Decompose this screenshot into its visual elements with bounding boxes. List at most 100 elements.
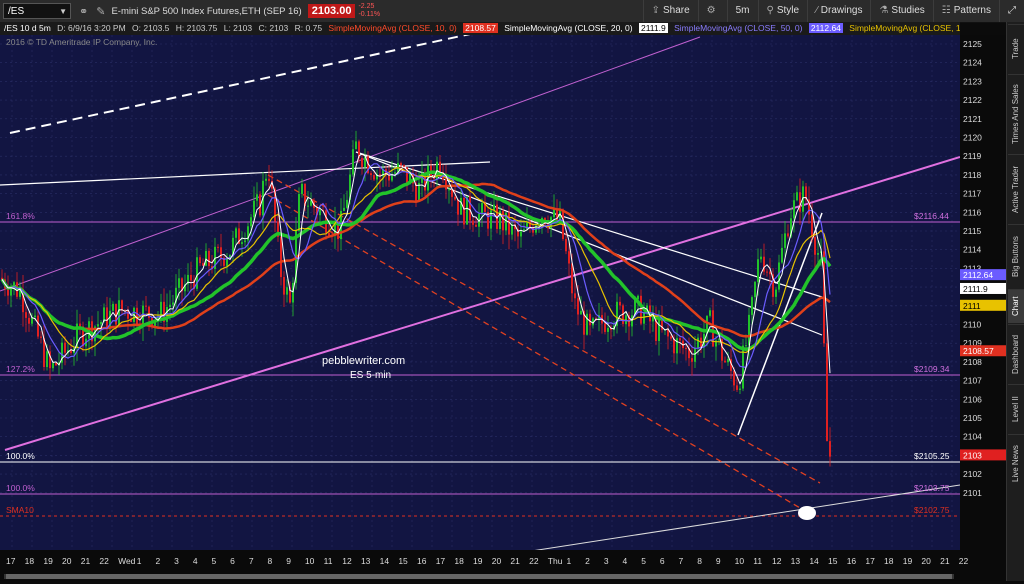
time-tick-label: 11 xyxy=(753,556,762,566)
candle-body xyxy=(670,336,672,339)
fib-100b-label: 100.0% xyxy=(6,483,35,493)
drawings-button[interactable]: ∕ Drawings xyxy=(807,0,870,22)
candle-body xyxy=(640,295,642,324)
pencil-icon[interactable]: ✎ xyxy=(96,5,105,18)
bar-low: L: 2103 xyxy=(223,23,253,33)
top-toolbar: /ES ▼ ⚭ ✎ E-mini S&P 500 Index Futures,ET… xyxy=(0,0,1024,23)
time-tick-label: 6 xyxy=(660,556,665,566)
sidebar-tab-dashboard[interactable]: Dashboard xyxy=(1008,324,1024,383)
time-tick-label: 22 xyxy=(529,556,539,566)
style-button[interactable]: ⚲ Style xyxy=(757,0,808,22)
candle-body xyxy=(829,441,831,457)
candle-body xyxy=(244,240,246,243)
price-tick-label: 2121 xyxy=(963,114,982,124)
candle-body xyxy=(784,233,786,248)
watermark-line1: pebblewriter.com xyxy=(322,355,405,367)
time-tick-label: 5 xyxy=(212,556,217,566)
time-tick-label: 16 xyxy=(417,556,427,566)
sidebar-tab-trade[interactable]: Trade xyxy=(1008,24,1024,73)
candle-body xyxy=(817,253,819,255)
price-tick-label: 2117 xyxy=(963,189,982,199)
sidebar-tab-active-trader[interactable]: Active Trader xyxy=(1008,154,1024,223)
time-tick-label: 21 xyxy=(940,556,950,566)
price-tick-label: 2101 xyxy=(963,488,982,498)
share-button[interactable]: ⇪ Share xyxy=(642,0,698,22)
candle-body xyxy=(475,224,477,227)
candle-body xyxy=(400,163,402,166)
time-tick-label: Thu xyxy=(548,556,563,566)
candle-body xyxy=(265,178,267,181)
change-percent: -0.11% xyxy=(358,11,381,18)
time-tick-label: 16 xyxy=(847,556,857,566)
price-tick-label: 2123 xyxy=(963,76,982,86)
link-icon[interactable]: ⚭ xyxy=(79,5,88,18)
sma10-label: SMA10 xyxy=(6,505,34,515)
candle-body xyxy=(766,271,768,273)
studies-button[interactable]: ⚗ Studies xyxy=(870,0,932,22)
candle-body xyxy=(37,315,39,337)
sma50-label[interactable]: SimpleMovingAvg (CLOSE, 50, 0) xyxy=(674,23,802,33)
candle-body xyxy=(286,287,288,295)
time-tick-label: 20 xyxy=(62,556,72,566)
lower-support-line[interactable] xyxy=(525,484,960,550)
time-tick-label: 20 xyxy=(492,556,502,566)
drawing-icon: ∕ xyxy=(816,5,818,16)
dashed-white-trendline[interactable] xyxy=(9,35,475,134)
right-sidebar: Trade Times And Sales Active Trader Big But… xyxy=(1006,22,1024,581)
sidebar-tab-big-buttons[interactable]: Big Buttons xyxy=(1008,224,1024,288)
candle-body xyxy=(34,315,36,318)
price-tick-label: 2124 xyxy=(963,58,982,68)
candle-body xyxy=(256,194,258,201)
symbol-selector[interactable]: /ES ▼ xyxy=(3,3,71,19)
candle-body xyxy=(445,179,447,190)
price-tick-label: 2107 xyxy=(963,376,982,386)
candle-body xyxy=(727,359,729,363)
candle-body xyxy=(739,388,741,390)
candle-body xyxy=(190,274,192,281)
sma10-value: 2108.57 xyxy=(463,23,498,33)
price-tick-label: 2116 xyxy=(963,207,982,217)
time-tick-label: 17 xyxy=(865,556,875,566)
instrument-title: E-mini S&P 500 Index Futures,ETH (SEP 16… xyxy=(111,5,302,17)
price-chart-canvas[interactable]: 2016 © TD Ameritrade IP Company, Inc. pe… xyxy=(0,35,960,550)
price-tick-label: 2106 xyxy=(963,394,982,404)
candle-body xyxy=(607,327,609,332)
time-tick-label: 15 xyxy=(398,556,408,566)
patterns-icon: ☷ xyxy=(941,5,951,16)
sidebar-tab-level-ii[interactable]: Level II xyxy=(1008,384,1024,433)
candle-body xyxy=(169,304,171,308)
candle-body xyxy=(439,161,441,173)
price-tick-label: 2104 xyxy=(963,432,982,442)
candle-body xyxy=(298,193,300,231)
settings-button[interactable]: ⚙ xyxy=(697,0,727,22)
candle-body xyxy=(619,301,621,306)
time-tick-label: 11 xyxy=(324,556,333,566)
sma10-label[interactable]: SimpleMovingAvg (CLOSE, 10, 0) xyxy=(328,23,456,33)
sidebar-tab-times-and-sales[interactable]: Times And Sales xyxy=(1008,74,1024,153)
share-label: Share xyxy=(662,5,690,16)
sma100-label[interactable]: SimpleMovingAvg (CLOSE, 100, 0) xyxy=(849,23,960,33)
price-chart[interactable]: 2016 © TD Ameritrade IP Company, Inc. pe… xyxy=(0,35,960,550)
neckline-trendline[interactable] xyxy=(0,161,491,186)
time-tick-label: 5 xyxy=(641,556,646,566)
price-change: -2.25 -0.11% xyxy=(358,3,380,19)
candle-body xyxy=(469,196,471,221)
time-tick-label: 7 xyxy=(679,556,684,566)
candle-body xyxy=(676,338,678,354)
timeframe-button[interactable]: 5m xyxy=(726,0,758,22)
time-axis[interactable]: 17 18 19 20 21 22 Wed 1 2 3 4 5 6 7 8 9 10 11 12 13 14 15 16 17… xyxy=(0,550,1006,581)
price-tag-label: 2103 xyxy=(963,450,982,460)
candle-body xyxy=(718,339,720,341)
sidebar-tab-chart[interactable]: Chart xyxy=(1008,289,1024,323)
price-tick-label: 2105 xyxy=(963,413,982,423)
price-axis[interactable]: 2101210221032104210521062107210821092110… xyxy=(960,35,1006,550)
sma20-label[interactable]: SimpleMovingAvg (CLOSE, 20, 0) xyxy=(504,23,632,33)
expand-button[interactable]: ⤢ xyxy=(999,0,1024,22)
patterns-button[interactable]: ☷ Patterns xyxy=(932,0,999,22)
candle-body xyxy=(826,343,828,442)
scrollbar-thumb[interactable] xyxy=(6,574,952,579)
time-tick-label: 22 xyxy=(959,556,969,566)
candle-body xyxy=(97,324,99,327)
sidebar-tab-live-news[interactable]: Live News xyxy=(1008,434,1024,493)
time-tick-label: 4 xyxy=(623,556,628,566)
